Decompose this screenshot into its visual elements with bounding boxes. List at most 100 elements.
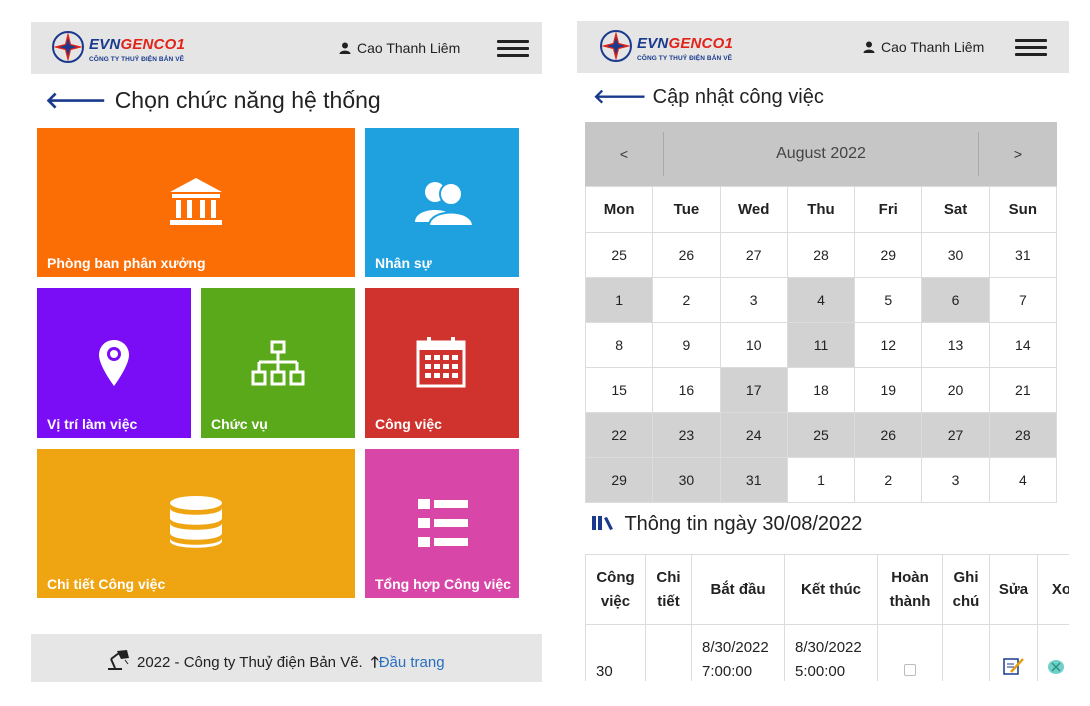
calendar-day[interactable]: 4 <box>786 277 856 323</box>
calendar-day[interactable]: 2 <box>652 277 721 323</box>
calendar-day[interactable]: 5 <box>854 277 923 323</box>
calendar-day[interactable]: 31 <box>719 457 788 503</box>
calendar-icon <box>416 337 466 388</box>
calendar-day[interactable]: 9 <box>652 322 721 368</box>
calendar-day[interactable]: 1 <box>786 457 856 503</box>
column-header-line: Sửa <box>998 580 1029 598</box>
calendar-day[interactable]: 20 <box>921 367 990 413</box>
end-cell: 8/30/2022 5:00:00 <box>784 624 878 681</box>
calendar-day[interactable]: 6 <box>921 277 990 323</box>
user-menu[interactable]: Cao Thanh Liêm <box>863 39 984 55</box>
calendar-day[interactable]: 16 <box>652 367 721 413</box>
done-checkbox[interactable] <box>904 664 916 676</box>
calendar-day[interactable]: 27 <box>719 232 788 278</box>
column-header-line: thành <box>889 592 931 610</box>
calendar-day[interactable]: 31 <box>988 232 1058 278</box>
column-header-line: chú <box>952 592 980 610</box>
month-label[interactable]: August 2022 <box>664 122 978 186</box>
calendar-day[interactable]: 30 <box>921 232 990 278</box>
done-cell <box>877 624 943 681</box>
prev-month-button[interactable]: < <box>585 122 663 186</box>
calendar-day[interactable]: 8 <box>584 322 654 368</box>
evn-logo-icon <box>52 31 84 63</box>
start-cell: 8/30/2022 7:00:00 <box>691 624 785 681</box>
left-panel: EVNGENCO1 CÔNG TY THUỶ ĐIỆN BẢN VẼ Cao T… <box>31 22 542 682</box>
hamburger-icon[interactable] <box>1015 39 1047 57</box>
end-date: 8/30/2022 <box>795 639 862 656</box>
user-name: Cao Thanh Liêm <box>881 39 985 55</box>
top-bar: EVNGENCO1 CÔNG TY THUỶ ĐIỆN BẢN VẼ Cao T… <box>31 22 542 74</box>
detail-cell <box>645 624 692 681</box>
user-menu[interactable]: Cao Thanh Liêm <box>339 40 460 56</box>
calendar-day[interactable]: 15 <box>584 367 654 413</box>
calendar-day[interactable]: 30 <box>652 457 721 503</box>
tile-departments[interactable]: Phòng ban phân xưởng <box>37 128 355 277</box>
calendar-day[interactable]: 12 <box>854 322 923 368</box>
calendar-day[interactable]: 17 <box>719 367 788 413</box>
calendar-day[interactable]: 18 <box>786 367 856 413</box>
calendar-day[interactable]: 29 <box>854 232 923 278</box>
column-header-line: việc <box>600 592 631 610</box>
calendar-day[interactable]: 2 <box>854 457 923 503</box>
calendar-day[interactable]: 7 <box>988 277 1058 323</box>
calendar-day[interactable]: 21 <box>988 367 1058 413</box>
calendar-day[interactable]: 26 <box>854 412 923 458</box>
calendar-day[interactable]: 28 <box>786 232 856 278</box>
calendar-day[interactable]: 4 <box>988 457 1058 503</box>
hamburger-icon[interactable] <box>497 40 529 58</box>
calendar-day[interactable]: 23 <box>652 412 721 458</box>
weekday-header: Fri <box>854 186 923 233</box>
back-to-top-link[interactable]: Đầu trang <box>379 654 445 671</box>
calendar-day[interactable]: 14 <box>988 322 1058 368</box>
calendar-day[interactable]: 22 <box>584 412 654 458</box>
next-month-button[interactable]: > <box>979 122 1057 186</box>
books-icon <box>592 516 618 534</box>
calendar-day[interactable]: 11 <box>786 322 856 368</box>
footer: 2022 - Công ty Thuỷ điện Bản Vẽ. 🡑Đầu tr… <box>31 634 542 682</box>
arrow-left-icon[interactable]: 🡐 <box>45 87 107 113</box>
calendar-day[interactable]: 26 <box>652 232 721 278</box>
tile-staff[interactable]: Nhân sự <box>365 128 519 277</box>
user-icon <box>863 41 875 53</box>
calendar-day[interactable]: 1 <box>584 277 654 323</box>
tile-job-summary[interactable]: Tổng hợp Công việc <box>365 449 519 598</box>
table-row[interactable]: 30 8/30/2022 7:00:00 8/30/2022 5:00:00 <box>585 624 1069 681</box>
tile-label: Phòng ban phân xưởng <box>47 255 206 271</box>
calendar-grid: Mon Tue Wed Thu Fri Sat Sun 25 26 27 28 29 30 31 1 2 3 4… <box>584 186 1058 503</box>
page-title-text: Chọn chức năng hệ thống <box>114 87 381 113</box>
calendar-day[interactable]: 29 <box>584 457 654 503</box>
calendar-day[interactable]: 19 <box>854 367 923 413</box>
calendar-day[interactable]: 28 <box>988 412 1058 458</box>
tile-position[interactable]: Chức vụ <box>201 288 355 438</box>
top-bar: EVNGENCO1 CÔNG TY THUỶ ĐIỆN BẢN VẼ Cao T… <box>577 21 1069 73</box>
column-header-line: Hoàn <box>891 568 929 586</box>
brand-genco: GENCO1 <box>120 36 186 53</box>
right-panel: EVNGENCO1 CÔNG TY THUỶ ĐIỆN BẢN VẼ Cao T… <box>577 21 1069 681</box>
edit-icon[interactable] <box>1002 656 1025 676</box>
user-name: Cao Thanh Liêm <box>357 40 461 56</box>
weekday-header: Sun <box>988 186 1058 233</box>
calendar-day[interactable]: 25 <box>584 232 654 278</box>
column-header-line: tiết <box>657 592 680 610</box>
calendar-week: 25 26 27 28 29 30 31 <box>584 232 1058 278</box>
note-cell <box>942 624 990 681</box>
calendar-day[interactable]: 13 <box>921 322 990 368</box>
tile-label: Vị trí làm việc <box>47 416 138 432</box>
tile-job-details[interactable]: Chi tiết Công việc <box>37 449 355 598</box>
calendar-day[interactable]: 10 <box>719 322 788 368</box>
lamp-icon <box>108 650 129 670</box>
calendar-week: 29 30 31 1 2 3 4 <box>584 457 1058 503</box>
delete-icon[interactable] <box>1046 658 1066 676</box>
tile-workplace[interactable]: Vị trí làm việc <box>37 288 191 438</box>
calendar-day[interactable]: 25 <box>786 412 856 458</box>
delete-cell <box>1037 624 1069 681</box>
arrow-left-icon[interactable]: 🡐 <box>593 86 647 108</box>
calendar-week: 1234567 <box>584 277 1058 323</box>
calendar-day[interactable]: 3 <box>921 457 990 503</box>
tile-jobs[interactable]: Công việc <box>365 288 519 438</box>
calendar-day[interactable]: 24 <box>719 412 788 458</box>
calendar-day[interactable]: 27 <box>921 412 990 458</box>
calendar-day[interactable]: 3 <box>719 277 788 323</box>
brand-evn: EVN <box>89 36 121 53</box>
evn-logo-icon <box>600 30 632 62</box>
